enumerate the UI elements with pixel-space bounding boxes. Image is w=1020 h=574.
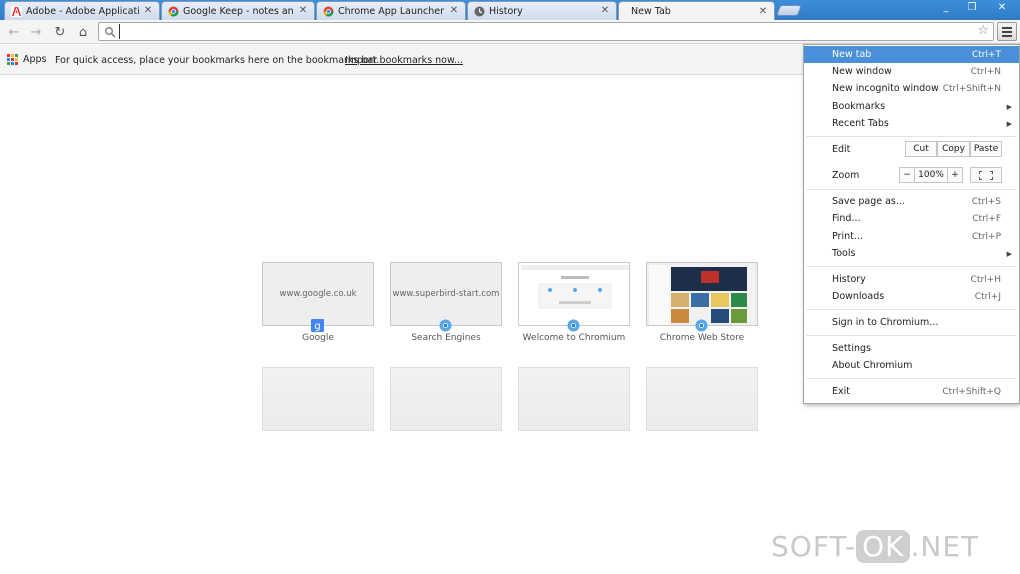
menu-separator xyxy=(806,136,1017,137)
copy-button[interactable]: Copy xyxy=(937,141,970,157)
empty-tile xyxy=(518,367,630,431)
chrome-webstore-icon xyxy=(323,6,334,17)
tile-thumb-text: www.google.co.uk xyxy=(279,289,357,299)
search-icon xyxy=(105,27,116,38)
submenu-arrow-icon: ▶ xyxy=(1006,249,1012,258)
hamburger-icon xyxy=(1002,26,1012,29)
menu-item-settings[interactable]: Settings xyxy=(804,340,1019,357)
submenu-arrow-icon: ▶ xyxy=(1006,102,1012,111)
close-tab-icon[interactable]: ✕ xyxy=(758,6,768,17)
menu-item-new-incognito[interactable]: New incognito window Ctrl+Shift+N xyxy=(804,80,1019,97)
submenu-arrow-icon: ▶ xyxy=(1006,119,1012,128)
google-icon: g xyxy=(311,319,324,332)
forward-button[interactable]: → xyxy=(27,24,45,40)
menu-item-about[interactable]: About Chromium xyxy=(804,357,1019,374)
minimize-button[interactable]: _ xyxy=(934,0,958,14)
tab-title: New Tab xyxy=(631,6,671,17)
tab-history[interactable]: History ✕ xyxy=(467,1,617,20)
close-tab-icon[interactable]: ✕ xyxy=(600,6,610,16)
close-tab-icon[interactable]: ✕ xyxy=(298,6,308,16)
tab-strip: Adobe - Adobe Applicatio ✕ Google Keep -… xyxy=(0,0,1020,21)
menu-separator xyxy=(806,378,1017,379)
chrome-menu: New tab Ctrl+T New window Ctrl+N New inc… xyxy=(803,44,1020,404)
close-tab-icon[interactable]: ✕ xyxy=(143,6,153,16)
chromium-icon xyxy=(439,319,452,332)
most-visited-tile-search-engines[interactable]: www.superbird-start.com xyxy=(390,262,502,326)
zoom-out-button[interactable]: − xyxy=(899,167,915,183)
menu-separator xyxy=(806,266,1017,267)
menu-item-new-window[interactable]: New window Ctrl+N xyxy=(804,63,1019,80)
svg-text:g: g xyxy=(314,321,320,332)
menu-item-downloads[interactable]: Downloads Ctrl+J xyxy=(804,288,1019,305)
import-bookmarks-link[interactable]: Import bookmarks now... xyxy=(345,55,463,66)
reload-button[interactable]: ↻ xyxy=(51,24,69,40)
menu-item-exit[interactable]: Exit Ctrl+Shift+Q xyxy=(804,383,1019,400)
most-visited-tile-google[interactable]: www.google.co.uk xyxy=(262,262,374,326)
menu-separator xyxy=(806,189,1017,190)
tab-title: Adobe - Adobe Applicatio xyxy=(26,5,139,17)
adobe-icon xyxy=(11,5,22,17)
zoom-level: 100% xyxy=(915,167,947,183)
tab-new-tab[interactable]: New Tab ✕ xyxy=(618,1,775,21)
chrome-webstore-icon xyxy=(168,6,179,17)
apps-label: Apps xyxy=(23,54,47,65)
welcome-thumbnail xyxy=(521,265,629,323)
tile-label: Welcome to Chromium xyxy=(522,333,626,343)
omnibox-input[interactable] xyxy=(119,24,969,39)
tab-title: Chrome App Launcher xyxy=(338,5,445,17)
fullscreen-button[interactable] xyxy=(970,167,1002,183)
menu-separator xyxy=(806,309,1017,310)
home-button[interactable]: ⌂ xyxy=(74,24,92,40)
close-window-button[interactable]: ✕ xyxy=(990,0,1014,14)
tab-adobe[interactable]: Adobe - Adobe Applicatio ✕ xyxy=(4,1,160,20)
tab-title: History xyxy=(489,5,523,17)
menu-item-bookmarks[interactable]: Bookmarks ▶ xyxy=(804,98,1019,115)
menu-item-save-page[interactable]: Save page as... Ctrl+S xyxy=(804,193,1019,210)
fullscreen-icon xyxy=(979,170,993,180)
menu-item-new-tab[interactable]: New tab Ctrl+T xyxy=(804,46,1019,63)
empty-tile xyxy=(390,367,502,431)
omnibox[interactable]: ☆ xyxy=(98,22,994,41)
close-tab-icon[interactable]: ✕ xyxy=(449,6,459,16)
web-store-thumbnail xyxy=(649,265,755,325)
tile-thumb-text: www.superbird-start.com xyxy=(392,289,500,299)
chromium-icon xyxy=(695,319,708,332)
apps-grid-icon xyxy=(7,54,18,65)
history-icon xyxy=(474,6,485,17)
zoom-in-button[interactable]: + xyxy=(947,167,963,183)
bookmarks-hint: For quick access, place your bookmarks h… xyxy=(55,55,380,66)
tile-label: Search Engines xyxy=(411,333,481,343)
empty-tile xyxy=(646,367,758,431)
menu-separator xyxy=(806,335,1017,336)
tile-label: Google xyxy=(302,333,334,343)
apps-shortcut[interactable]: Apps xyxy=(7,54,47,65)
chrome-menu-button[interactable] xyxy=(997,22,1017,41)
new-tab-button[interactable] xyxy=(775,5,803,16)
paste-button[interactable]: Paste xyxy=(970,141,1002,157)
menu-item-print[interactable]: Print... Ctrl+P xyxy=(804,228,1019,245)
menu-item-sign-in[interactable]: Sign in to Chromium... xyxy=(804,314,1019,331)
menu-item-find[interactable]: Find... Ctrl+F xyxy=(804,210,1019,227)
tab-chrome-app-launcher[interactable]: Chrome App Launcher ✕ xyxy=(316,1,466,20)
tab-google-keep[interactable]: Google Keep - notes and l ✕ xyxy=(161,1,315,20)
chromium-icon xyxy=(567,319,580,332)
bookmark-star-icon[interactable]: ☆ xyxy=(977,23,989,38)
tile-label: Chrome Web Store xyxy=(659,333,745,343)
menu-item-recent-tabs[interactable]: Recent Tabs ▶ xyxy=(804,115,1019,132)
tab-title: Google Keep - notes and l xyxy=(183,5,294,17)
menu-item-tools[interactable]: Tools ▶ xyxy=(804,245,1019,262)
back-button[interactable]: ← xyxy=(5,24,23,40)
watermark: SOFT- OK .NET xyxy=(771,530,980,563)
most-visited-tile-chrome-web-store[interactable] xyxy=(646,262,758,326)
restore-button[interactable]: ❐ xyxy=(960,0,984,14)
empty-tile xyxy=(262,367,374,431)
menu-item-history[interactable]: History Ctrl+H xyxy=(804,271,1019,288)
toolbar: ← → ↻ ⌂ ☆ xyxy=(0,20,1020,44)
cut-button[interactable]: Cut xyxy=(905,141,937,157)
most-visited-tile-welcome-chromium[interactable] xyxy=(518,262,630,326)
